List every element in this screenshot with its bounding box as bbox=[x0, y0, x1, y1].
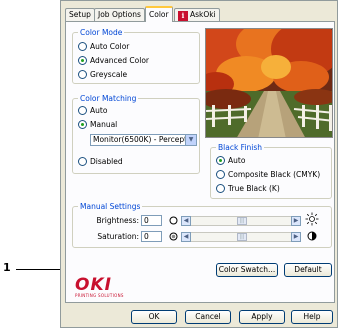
radio-advanced-color[interactable]: Advanced Color bbox=[78, 56, 149, 66]
apply-button[interactable]: Apply bbox=[239, 310, 285, 324]
manual-settings-group: Manual Settings Brightness: 0 ◀ ||| ▶ Sa… bbox=[72, 202, 332, 248]
ok-button[interactable]: OK bbox=[131, 310, 177, 324]
brightness-slider[interactable]: ◀ ||| ▶ bbox=[181, 216, 301, 226]
radio-button[interactable] bbox=[78, 106, 87, 115]
oki-logo-tagline: PRINTING SOLUTIONS bbox=[75, 293, 124, 298]
radio-matching-manual[interactable]: Manual bbox=[78, 120, 117, 130]
saturation-slider[interactable]: ◀ ||| ▶ bbox=[181, 232, 301, 242]
brightness-label: Brightness: bbox=[96, 216, 139, 225]
color-preview-image bbox=[205, 28, 333, 138]
radio-label: Greyscale bbox=[90, 70, 128, 79]
radio-label: Disabled bbox=[90, 157, 123, 166]
radio-label: Auto Color bbox=[90, 42, 130, 51]
chevron-down-icon[interactable]: ▼ bbox=[185, 135, 196, 145]
slider-left-arrow-icon[interactable]: ◀ bbox=[181, 232, 191, 242]
radio-matching-disabled[interactable]: Disabled bbox=[78, 157, 123, 167]
tab-askoki[interactable]: i AskOki bbox=[174, 8, 220, 21]
radio-button[interactable] bbox=[78, 42, 87, 51]
cancel-button[interactable]: Cancel bbox=[185, 310, 231, 324]
brightness-low-icon bbox=[169, 216, 178, 225]
slider-thumb[interactable]: ||| bbox=[237, 233, 247, 241]
color-matching-legend: Color Matching bbox=[78, 94, 139, 103]
slider-left-arrow-icon[interactable]: ◀ bbox=[181, 216, 191, 226]
radio-label: Advanced Color bbox=[90, 56, 150, 65]
callout-number: 1 bbox=[3, 261, 11, 274]
radio-button[interactable] bbox=[78, 70, 87, 79]
brightness-high-sun-icon bbox=[305, 212, 319, 226]
default-button[interactable]: Default bbox=[284, 263, 332, 277]
saturation-high-icon bbox=[307, 231, 317, 241]
radio-button[interactable] bbox=[78, 157, 87, 166]
oki-logo: OKI PRINTING SOLUTIONS bbox=[75, 277, 124, 299]
dropdown-value: Monitor(6500K) - Perceptual bbox=[93, 135, 197, 144]
tab-job-options[interactable]: Job Options bbox=[94, 8, 145, 21]
black-finish-legend: Black Finish bbox=[216, 143, 265, 152]
radio-label: Manual bbox=[90, 120, 118, 129]
radio-true-black[interactable]: True Black (K) bbox=[216, 184, 280, 194]
radio-button-selected[interactable] bbox=[78, 56, 87, 65]
radio-black-auto[interactable]: Auto bbox=[216, 156, 245, 166]
radio-label: Composite Black (CMYK) bbox=[228, 170, 321, 179]
radio-greyscale[interactable]: Greyscale bbox=[78, 70, 127, 80]
radio-button-selected[interactable] bbox=[216, 156, 225, 165]
askoki-info-icon: i bbox=[178, 11, 188, 21]
radio-label: True Black (K) bbox=[228, 184, 280, 193]
radio-composite-black[interactable]: Composite Black (CMYK) bbox=[216, 170, 320, 180]
radio-matching-auto[interactable]: Auto bbox=[78, 106, 107, 116]
saturation-label: Saturation: bbox=[97, 232, 139, 241]
color-tab-panel: Color Mode Auto Color Advanced Color Gre… bbox=[65, 21, 335, 303]
saturation-low-icon bbox=[169, 232, 178, 241]
slider-right-arrow-icon[interactable]: ▶ bbox=[291, 232, 301, 242]
color-profile-dropdown[interactable]: Monitor(6500K) - Perceptual ▼ bbox=[90, 134, 197, 146]
tab-askoki-label: AskOki bbox=[190, 10, 216, 19]
help-button[interactable]: Help bbox=[291, 310, 333, 324]
color-mode-legend: Color Mode bbox=[78, 28, 125, 37]
radio-button[interactable] bbox=[216, 184, 225, 193]
color-mode-group: Color Mode Auto Color Advanced Color Gre… bbox=[72, 28, 200, 84]
saturation-input[interactable]: 0 bbox=[141, 231, 162, 242]
radio-label: Auto bbox=[228, 156, 246, 165]
color-swatch-button[interactable]: Color Swatch... bbox=[216, 263, 278, 277]
radio-button[interactable] bbox=[216, 170, 225, 179]
radio-button-selected[interactable] bbox=[78, 120, 87, 129]
slider-thumb[interactable]: ||| bbox=[237, 217, 247, 225]
autumn-road-picture bbox=[206, 29, 332, 137]
oki-logo-wordmark: OKI bbox=[75, 275, 112, 295]
black-finish-group: Black Finish Auto Composite Black (CMYK)… bbox=[210, 143, 332, 199]
tab-setup[interactable]: Setup bbox=[65, 8, 95, 21]
color-matching-group: Color Matching Auto Manual Monitor(6500K… bbox=[72, 94, 200, 174]
radio-label: Auto bbox=[90, 106, 108, 115]
slider-right-arrow-icon[interactable]: ▶ bbox=[291, 216, 301, 226]
brightness-input[interactable]: 0 bbox=[141, 215, 162, 226]
printer-properties-dialog: Setup Job Options Color i AskOki Color Mo… bbox=[60, 0, 338, 328]
tab-color[interactable]: Color bbox=[145, 6, 173, 22]
manual-settings-legend: Manual Settings bbox=[78, 202, 143, 211]
radio-auto-color[interactable]: Auto Color bbox=[78, 42, 129, 52]
